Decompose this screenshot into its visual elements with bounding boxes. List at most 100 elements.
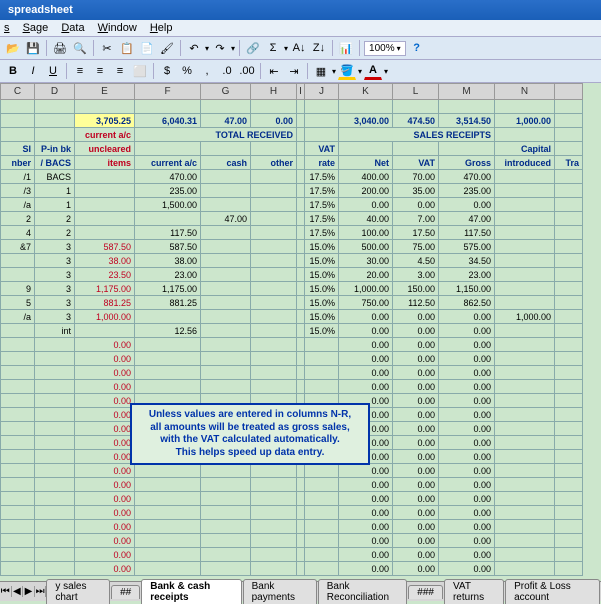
col-header[interactable]: D (35, 84, 75, 100)
col-header[interactable]: N (495, 84, 555, 100)
col-header[interactable]: C (1, 84, 35, 100)
table-row-header[interactable]: SI P-in bk uncleared VAT Capital (1, 142, 583, 156)
tab-nav-next-icon[interactable]: ▶ (23, 586, 35, 597)
table-row-header[interactable]: current a/c TOTAL RECEIVED SALES RECEIPT… (1, 128, 583, 142)
chevron-down-icon[interactable]: ▾ (231, 44, 235, 53)
table-row[interactable]: 0.000.000.000.00 (1, 366, 583, 380)
indent-left-icon[interactable]: ⇤ (265, 62, 283, 80)
menu-item[interactable]: Data (61, 22, 84, 34)
table-row[interactable]: 931,175.001,175.0015.0%1,000.00150.001,1… (1, 282, 583, 296)
border-icon[interactable]: ▦ (312, 62, 330, 80)
table-row[interactable]: 0.000.000.000.00 (1, 464, 583, 478)
table-row[interactable]: 0.000.000.000.00 (1, 520, 583, 534)
chevron-down-icon[interactable]: ▾ (205, 44, 209, 53)
table-row[interactable]: /1BACS470.0017.5%400.0070.00470.00 (1, 170, 583, 184)
sort-asc-icon[interactable]: A↓ (290, 39, 308, 57)
align-right-icon[interactable]: ≡ (111, 62, 129, 80)
link-icon[interactable]: 🔗 (244, 39, 262, 57)
table-row[interactable]: /31235.0017.5%200.0035.00235.00 (1, 184, 583, 198)
sheet-tab-active[interactable]: Bank & cash receipts (141, 579, 241, 604)
table-row[interactable]: /a11,500.0017.5%0.000.000.00 (1, 198, 583, 212)
col-header[interactable]: J (305, 84, 339, 100)
copy-icon[interactable]: 📋 (118, 39, 136, 57)
sheet-tab[interactable]: Bank payments (243, 579, 317, 604)
sum-icon[interactable]: Σ (264, 39, 282, 57)
bold-icon[interactable]: B (4, 62, 22, 80)
table-row[interactable]: 338.0038.0015.0%30.004.5034.50 (1, 254, 583, 268)
table-row[interactable] (1, 100, 583, 114)
menu-item[interactable]: Window (98, 22, 137, 34)
font-color-icon[interactable]: A (364, 62, 382, 80)
inc-decimal-icon[interactable]: .0 (218, 62, 236, 80)
undo-icon[interactable]: ↶ (185, 39, 203, 57)
table-row-totals[interactable]: 3,705.25 6,040.31 47.00 0.00 3,040.00 47… (1, 114, 583, 128)
fill-color-icon[interactable]: 🪣 (338, 62, 356, 80)
percent-icon[interactable]: % (178, 62, 196, 80)
chevron-down-icon[interactable]: ▾ (332, 67, 336, 76)
preview-icon[interactable]: 🔍 (71, 39, 89, 57)
col-header[interactable]: H (251, 84, 297, 100)
table-row[interactable]: 42117.5017.5%100.0017.50117.50 (1, 226, 583, 240)
comma-icon[interactable]: , (198, 62, 216, 80)
help-icon[interactable]: ? (408, 39, 426, 57)
underline-icon[interactable]: U (44, 62, 62, 80)
table-row-header[interactable]: nber / BACS items current a/c cash other… (1, 156, 583, 170)
tab-nav-prev-icon[interactable]: ◀ (12, 586, 24, 597)
table-row[interactable]: 0.000.000.000.00 (1, 562, 583, 576)
spreadsheet-grid[interactable]: CDEFGHIJKLMN 3,705.25 6,040.31 47.00 0.0… (0, 83, 601, 576)
print-icon[interactable]: 🖨 (51, 39, 69, 57)
sheet-tab[interactable]: Bank Reconciliation (318, 579, 408, 604)
currency-icon[interactable]: $ (158, 62, 176, 80)
table-row[interactable]: &73587.50587.5015.0%500.0075.00575.00 (1, 240, 583, 254)
table-row[interactable]: 0.000.000.000.00 (1, 534, 583, 548)
sort-desc-icon[interactable]: Z↓ (310, 39, 328, 57)
redo-icon[interactable]: ↷ (211, 39, 229, 57)
cut-icon[interactable]: ✂ (98, 39, 116, 57)
col-header[interactable]: K (339, 84, 393, 100)
col-header[interactable]: L (393, 84, 439, 100)
sheet-tab[interactable]: Profit & Loss account (505, 579, 600, 604)
sheet-tab[interactable]: y sales chart (46, 579, 110, 604)
tab-nav-last-icon[interactable]: ⏭ (35, 586, 47, 597)
sheet-tab[interactable]: ## (111, 585, 140, 599)
save-icon[interactable]: 💾 (24, 39, 42, 57)
col-header[interactable]: E (75, 84, 135, 100)
table-row[interactable]: /a31,000.0015.0%0.000.000.001,000.00 (1, 310, 583, 324)
tab-nav-first-icon[interactable]: ⏮ (0, 586, 12, 597)
table-row[interactable]: int12.5615.0%0.000.000.00 (1, 324, 583, 338)
table-row[interactable]: 0.000.000.000.00 (1, 478, 583, 492)
col-header[interactable] (555, 84, 583, 100)
chevron-down-icon[interactable]: ▾ (284, 44, 288, 53)
col-header[interactable]: M (439, 84, 495, 100)
sheet-tab[interactable]: VAT returns (444, 579, 504, 604)
chevron-down-icon[interactable]: ▾ (384, 67, 388, 76)
menu-item[interactable]: Help (150, 22, 173, 34)
dec-decimal-icon[interactable]: .00 (238, 62, 256, 80)
zoom-select[interactable]: 100% ▾ (364, 41, 406, 56)
table-row[interactable]: 323.5023.0015.0%20.003.0023.00 (1, 268, 583, 282)
align-center-icon[interactable]: ≡ (91, 62, 109, 80)
table-row[interactable]: 0.000.000.000.00 (1, 548, 583, 562)
brush-icon[interactable]: 🖌 (158, 39, 176, 57)
table-row[interactable]: 0.000.000.000.00 (1, 352, 583, 366)
menu-item[interactable]: s (4, 22, 10, 34)
open-icon[interactable]: 📂 (4, 39, 22, 57)
col-header[interactable]: F (135, 84, 201, 100)
table-row[interactable]: 0.000.000.000.00 (1, 338, 583, 352)
sheet-tab[interactable]: ### (408, 585, 443, 599)
merge-icon[interactable]: ⬜ (131, 62, 149, 80)
align-left-icon[interactable]: ≡ (71, 62, 89, 80)
menu-item[interactable]: SSageage (23, 22, 49, 34)
table-row[interactable]: 0.000.000.000.00 (1, 506, 583, 520)
italic-icon[interactable]: I (24, 62, 42, 80)
table-row[interactable]: 0.000.000.000.00 (1, 492, 583, 506)
table-row[interactable]: 53881.25881.2515.0%750.00112.50862.50 (1, 296, 583, 310)
chart-icon[interactable]: 📊 (337, 39, 355, 57)
table-row[interactable]: 0.000.000.000.00 (1, 380, 583, 394)
chevron-down-icon[interactable]: ▾ (358, 67, 362, 76)
indent-right-icon[interactable]: ⇥ (285, 62, 303, 80)
col-header[interactable]: I (297, 84, 305, 100)
paste-icon[interactable]: 📄 (138, 39, 156, 57)
col-header[interactable]: G (201, 84, 251, 100)
table-row[interactable]: 2247.0017.5%40.007.0047.00 (1, 212, 583, 226)
